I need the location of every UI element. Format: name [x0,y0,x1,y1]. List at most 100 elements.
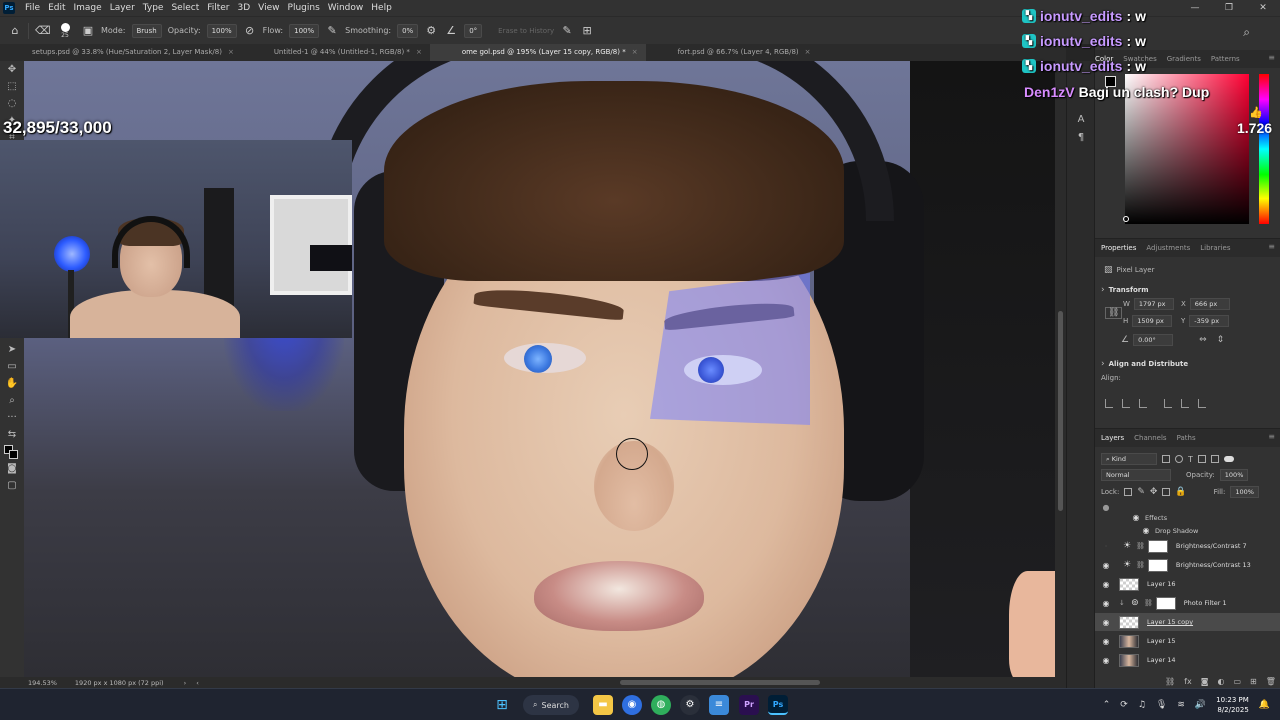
volume-mixer-icon[interactable]: ♫ [1138,700,1146,710]
eye-icon[interactable]: ◉ [1099,637,1113,646]
swap-colors-icon[interactable]: ⇆ [0,426,24,443]
layer-opacity-field[interactable]: 100% [1219,469,1249,481]
file-explorer-icon[interactable]: ▬ [593,695,613,715]
sync-icon[interactable]: ⟳ [1120,700,1128,710]
microphone-icon[interactable]: 🎙 [1156,700,1167,710]
tab-gradients[interactable]: Gradients [1167,55,1201,63]
transform-section-header[interactable]: › Transform [1101,285,1149,295]
filter-toggle-icon[interactable] [1223,456,1234,462]
search-icon[interactable]: ⌕ [1243,25,1250,40]
tab-libraries[interactable]: Libraries [1200,244,1230,252]
layer-row[interactable]: · ☀ ⛓ Brightness/Contrast 7 [1095,537,1280,555]
volume-icon[interactable]: 🔊 [1195,700,1206,710]
eye-icon[interactable]: ◉ [1099,561,1113,570]
height-field[interactable]: 1509 px [1132,315,1173,327]
erase-to-history-checkbox[interactable]: Erase to History [498,27,554,35]
steam-icon[interactable]: ⚙ [680,695,700,715]
eye-icon[interactable]: ● [1099,503,1113,511]
layer-row[interactable]: ◉ Layer 16 [1095,575,1280,593]
hand-tool-icon[interactable]: ✋ [0,375,24,392]
panel-menu-icon[interactable]: ≡ [1268,53,1275,62]
minimize-icon[interactable]: — [1178,0,1212,16]
tab-layers[interactable]: Layers [1101,434,1124,442]
pressure-size-icon[interactable]: ✎ [560,24,574,38]
align-center-v-icon[interactable] [1181,399,1189,408]
menu-file[interactable]: File [21,3,44,13]
filter-kind-select[interactable]: ⌕ Kind [1101,453,1157,465]
new-group-icon[interactable]: ▭ [1233,677,1241,686]
layer-name[interactable]: Photo Filter 1 [1184,599,1227,607]
layer-row[interactable]: ◉ Layer 15 [1095,632,1280,650]
flip-horizontal-icon[interactable]: ⇔ [1199,335,1207,345]
width-field[interactable]: 1797 px [1133,298,1174,310]
filter-pixel-icon[interactable] [1162,455,1170,463]
close-icon[interactable]: × [805,44,811,61]
align-bottom-icon[interactable] [1198,399,1206,408]
layer-mask-thumbnail[interactable] [1147,539,1168,553]
delete-layer-icon[interactable]: 🗑 [1266,677,1276,686]
link-icon[interactable]: ⛓ [1136,561,1145,569]
layer-thumbnail[interactable] [1119,615,1139,629]
gear-icon[interactable]: ⚙ [424,24,438,38]
zoom-level[interactable]: 194.53% [28,679,57,687]
more-tools-icon[interactable]: ··· [0,409,24,426]
app-icon[interactable]: ◍ [651,695,671,715]
tab-properties[interactable]: Properties [1101,244,1136,252]
filter-adjustment-icon[interactable] [1175,455,1183,463]
wifi-icon[interactable]: ≋ [1177,700,1185,710]
background-color-swatch[interactable] [9,450,18,459]
eye-icon[interactable]: ◉ [1139,526,1153,535]
hue-slider[interactable] [1259,74,1269,224]
fill-field[interactable]: 100% [1230,486,1259,498]
eye-icon[interactable]: ◉ [1099,599,1113,608]
pressure-opacity-icon[interactable]: ⊘ [243,24,257,38]
airbrush-icon[interactable]: ✎ [325,24,339,38]
marquee-tool-icon[interactable]: ⬚ [0,78,24,95]
panel-menu-icon[interactable]: ≡ [1268,432,1275,441]
close-icon[interactable]: × [632,44,638,61]
layer-name[interactable]: Layer 14 [1147,656,1175,664]
brush-settings-icon[interactable]: ▣ [81,24,95,38]
effects-row[interactable]: ◉ Effects [1095,511,1280,524]
fx-icon[interactable]: fx [1184,677,1192,686]
layer-mask-thumbnail[interactable] [1147,558,1168,572]
chevron-up-icon[interactable]: ⌃ [1103,700,1111,710]
layer-name[interactable]: Brightness/Contrast 13 [1176,561,1251,569]
taskbar-search[interactable]: ⌕ Search [523,695,579,715]
layer-name[interactable]: Layer 15 copy [1147,618,1193,626]
tab-fort[interactable]: fort.psd @ 66.7% (Layer 4, RGB/8) × [646,44,819,61]
menu-edit[interactable]: Edit [44,3,69,13]
lock-position-icon[interactable]: ✥ [1150,487,1158,497]
add-mask-icon[interactable]: ◙ [1201,677,1209,686]
flow-field[interactable]: 100% [289,23,320,38]
eye-icon[interactable]: ◉ [1129,513,1143,522]
tab-paths[interactable]: Paths [1177,434,1196,442]
align-section-header[interactable]: › Align and Distribute [1101,359,1188,369]
notification-bell-icon[interactable]: 🔔 [1259,700,1270,710]
lock-transparent-icon[interactable] [1124,488,1133,496]
align-left-icon[interactable] [1105,399,1113,408]
eye-icon[interactable]: ◉ [1099,656,1113,665]
link-icon[interactable]: ⛓ [1144,599,1153,607]
scrollbar-thumb[interactable] [1058,311,1063,511]
layer-row[interactable]: ◉ ☀ ⛓ Brightness/Contrast 13 [1095,556,1280,574]
tab-setups[interactable]: setups.psd @ 33.8% (Hue/Saturation 2, La… [0,44,242,61]
rectangle-tool-icon[interactable]: ▭ [0,358,24,375]
link-icon[interactable]: ⛓ [1105,307,1123,319]
menu-help[interactable]: Help [367,3,396,13]
symmetry-icon[interactable]: ⊞ [580,24,594,38]
status-expand-icon[interactable]: › [184,679,187,687]
y-field[interactable]: -359 px [1189,315,1230,327]
opacity-field[interactable]: 100% [206,23,237,38]
layer-name[interactable]: Brightness/Contrast 7 [1176,542,1247,550]
premiere-icon[interactable]: Pr [739,695,759,715]
brush-preset-picker[interactable]: 25 [55,22,75,39]
layer-name[interactable]: Layer 15 [1147,637,1175,645]
menu-view[interactable]: View [254,3,283,13]
layer-row[interactable]: ◉ Layer 14 [1095,651,1280,669]
drop-shadow-row[interactable]: ◉ Drop Shadow [1095,524,1280,537]
link-layers-icon[interactable]: ⛓ [1165,677,1175,686]
zoom-tool-icon[interactable]: ⌕ [0,392,24,409]
angle-field[interactable]: 0.00° [1133,334,1174,346]
clock[interactable]: 10:23 PM 8/2/2025 [1216,695,1249,715]
